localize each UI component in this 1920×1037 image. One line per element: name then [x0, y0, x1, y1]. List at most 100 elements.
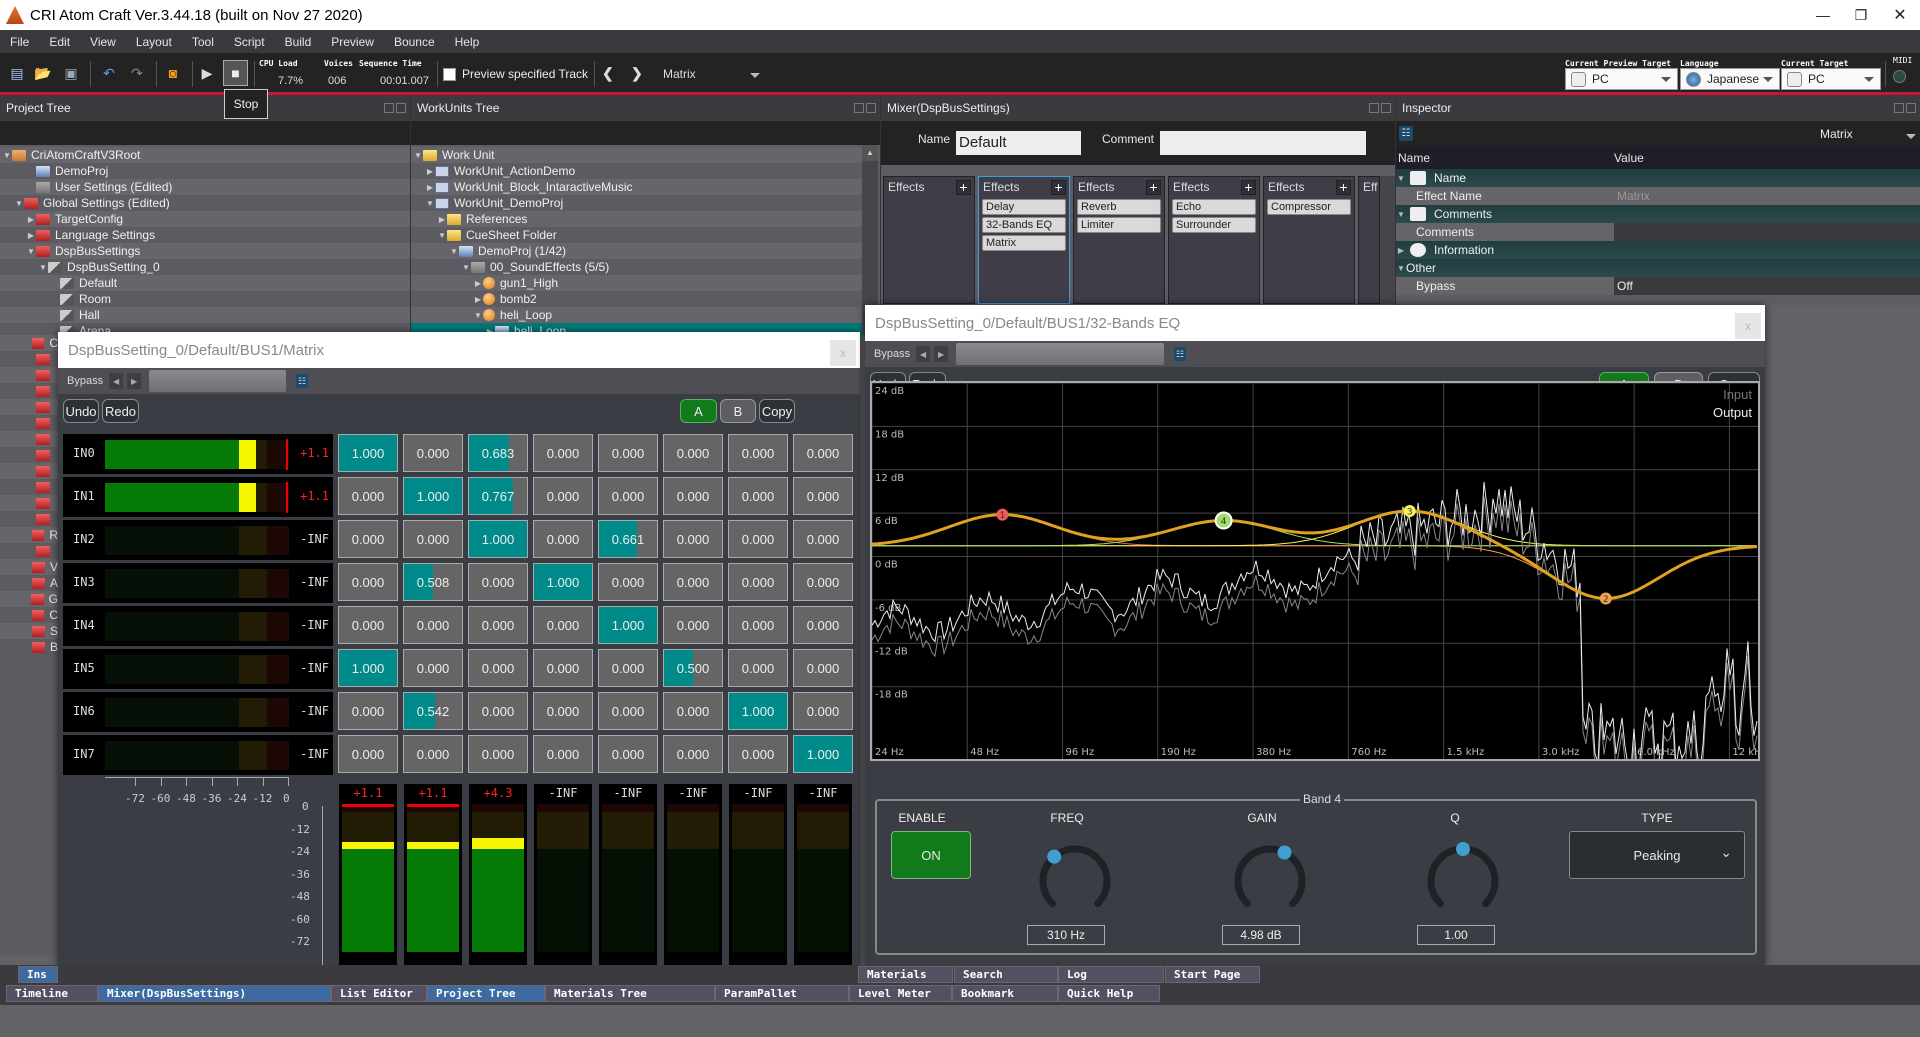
matrix-gain-cell[interactable]: 0.000 — [403, 606, 463, 644]
expand-right-icon[interactable]: ▶ — [1396, 246, 1406, 255]
preview-track-checkbox[interactable] — [443, 68, 456, 81]
matrix-gain-cell[interactable]: 0.508 — [403, 563, 463, 601]
project-tree-item[interactable]: User Settings (Edited) — [0, 179, 410, 195]
matrix-gain-cell[interactable]: 0.000 — [793, 692, 853, 730]
bottom-tab[interactable]: Level Meter — [849, 985, 952, 1002]
project-tree-item[interactable] — [0, 463, 58, 479]
preview-target-select[interactable]: PC — [1565, 68, 1678, 90]
effect-item[interactable]: Echo — [1172, 199, 1256, 215]
inspector-property-value[interactable] — [1614, 223, 1920, 241]
bypass-right-icon[interactable]: ▶ — [127, 373, 142, 389]
bottom-tab[interactable]: Ins — [18, 966, 58, 983]
close-button[interactable]: ✕ — [1880, 0, 1920, 30]
inspector-property[interactable]: Bypass Off — [1396, 277, 1920, 295]
preset-list-icon[interactable]: ☷ — [296, 374, 309, 388]
close-panel-icon[interactable] — [866, 103, 876, 113]
expand-down-icon[interactable]: ▼ — [437, 231, 447, 240]
effect-item[interactable]: 32-Bands EQ — [982, 217, 1066, 233]
matrix-gain-cell[interactable]: 0.000 — [468, 606, 528, 644]
menu-edit[interactable]: Edit — [39, 35, 80, 49]
inspector-selector[interactable]: Matrix — [1820, 127, 1853, 141]
matrix-gain-cell[interactable]: 0.000 — [468, 649, 528, 687]
maximize-button[interactable]: ❐ — [1842, 0, 1880, 30]
enable-toggle[interactable]: ON — [891, 831, 971, 879]
bottom-tab[interactable]: Bookmark — [952, 985, 1058, 1002]
matrix-gain-cell[interactable]: 0.000 — [728, 649, 788, 687]
matrix-gain-cell[interactable]: 1.000 — [468, 520, 528, 558]
expand-down-icon[interactable]: ▼ — [413, 151, 423, 160]
workunits-tree-item[interactable]: ▼ DemoProj (1/42) — [411, 243, 862, 259]
project-tree-item[interactable] — [0, 415, 58, 431]
expand-right-icon[interactable]: ▶ — [425, 167, 435, 176]
matrix-gain-cell[interactable]: 0.000 — [663, 434, 723, 472]
project-tree-item[interactable]: Hall — [0, 307, 410, 323]
float-icon[interactable] — [1894, 103, 1904, 113]
project-tree-item[interactable] — [0, 479, 58, 495]
redo-button[interactable]: Redo — [102, 399, 139, 423]
menu-build[interactable]: Build — [275, 35, 322, 49]
type-select[interactable]: Peaking ⌄ — [1569, 831, 1745, 879]
matrix-gain-cell[interactable]: 0.000 — [533, 735, 593, 773]
current-item-dropdown-icon[interactable] — [750, 73, 760, 78]
project-tree-item[interactable]: ▼ Global Settings (Edited) — [0, 195, 410, 211]
project-tree-item[interactable]: S — [0, 623, 58, 639]
expand-down-icon[interactable]: ▼ — [1396, 264, 1406, 273]
matrix-gain-cell[interactable]: 0.000 — [728, 434, 788, 472]
workunits-tree-item[interactable]: ▶ gun1_High — [411, 275, 862, 291]
project-tree-item[interactable]: ▶ Language Settings — [0, 227, 410, 243]
workunits-tree-item[interactable]: ▼ WorkUnit_DemoProj — [411, 195, 862, 211]
bottom-tab[interactable]: Mixer(DspBusSettings) — [98, 985, 331, 1002]
menu-file[interactable]: File — [0, 35, 39, 49]
project-tree-item[interactable] — [0, 399, 58, 415]
matrix-gain-cell[interactable]: 0.000 — [598, 563, 658, 601]
matrix-gain-cell[interactable]: 0.000 — [793, 434, 853, 472]
project-tree-item[interactable]: ▶ TargetConfig — [0, 211, 410, 227]
eq-close-button[interactable]: x — [1735, 313, 1761, 339]
matrix-gain-cell[interactable]: 0.000 — [793, 649, 853, 687]
expand-right-icon[interactable]: ▶ — [26, 215, 36, 224]
add-effect-button[interactable]: + — [1336, 180, 1351, 195]
menu-tool[interactable]: Tool — [182, 35, 224, 49]
expand-down-icon[interactable]: ▼ — [425, 199, 435, 208]
matrix-gain-cell[interactable]: 0.000 — [533, 520, 593, 558]
project-tree-item[interactable] — [0, 447, 58, 463]
float-icon[interactable] — [1369, 103, 1379, 113]
matrix-gain-cell[interactable]: 0.000 — [793, 477, 853, 515]
add-effect-button[interactable]: + — [1146, 180, 1161, 195]
q-knob[interactable] — [1423, 841, 1503, 921]
matrix-gain-cell[interactable]: 0.000 — [468, 563, 528, 601]
bypass-left-icon[interactable]: ◀ — [916, 346, 931, 362]
project-tree-item[interactable]: DemoProj — [0, 163, 410, 179]
matrix-gain-cell[interactable]: 0.000 — [533, 434, 593, 472]
preset-b-button[interactable]: B — [720, 399, 756, 423]
gain-knob[interactable] — [1230, 841, 1310, 921]
matrix-gain-cell[interactable]: 0.000 — [663, 477, 723, 515]
workunits-tree-item[interactable]: ▼ Work Unit — [411, 147, 862, 163]
mixer-comment-input[interactable] — [1160, 131, 1366, 155]
menu-help[interactable]: Help — [445, 35, 490, 49]
effects-column[interactable]: Effects + — [883, 176, 975, 304]
matrix-gain-cell[interactable]: 0.500 — [663, 649, 723, 687]
matrix-gain-cell[interactable]: 0.000 — [793, 520, 853, 558]
project-tree-item[interactable]: B — [0, 639, 58, 655]
project-tree-item[interactable] — [0, 495, 58, 511]
matrix-gain-cell[interactable]: 0.000 — [598, 434, 658, 472]
matrix-gain-cell[interactable]: 0.000 — [728, 520, 788, 558]
effect-item[interactable]: Delay — [982, 199, 1066, 215]
play-button[interactable]: ▶ — [196, 62, 218, 84]
inspector-category[interactable]: ▼ Other — [1396, 259, 1920, 277]
expand-down-icon[interactable]: ▼ — [449, 247, 459, 256]
workunits-tree-item[interactable]: ▶ References — [411, 211, 862, 227]
effect-item[interactable]: Reverb — [1077, 199, 1161, 215]
expand-down-icon[interactable]: ▼ — [2, 151, 12, 160]
eq-graph[interactable]: 24 dB 18 dB 12 dB 6 dB 0 dB -6 dB -12 dB -18 dB… — [870, 381, 1760, 761]
matrix-gain-cell[interactable]: 0.000 — [598, 649, 658, 687]
close-panel-icon[interactable] — [1381, 103, 1391, 113]
matrix-gain-cell[interactable]: 0.000 — [663, 735, 723, 773]
menu-script[interactable]: Script — [224, 35, 275, 49]
project-tree-item[interactable] — [0, 511, 58, 527]
effects-column[interactable]: Effects + Compressor — [1263, 176, 1355, 304]
project-tree-item[interactable] — [0, 383, 58, 399]
legend-input[interactable]: Input — [1723, 387, 1752, 402]
matrix-gain-cell[interactable]: 1.000 — [793, 735, 853, 773]
